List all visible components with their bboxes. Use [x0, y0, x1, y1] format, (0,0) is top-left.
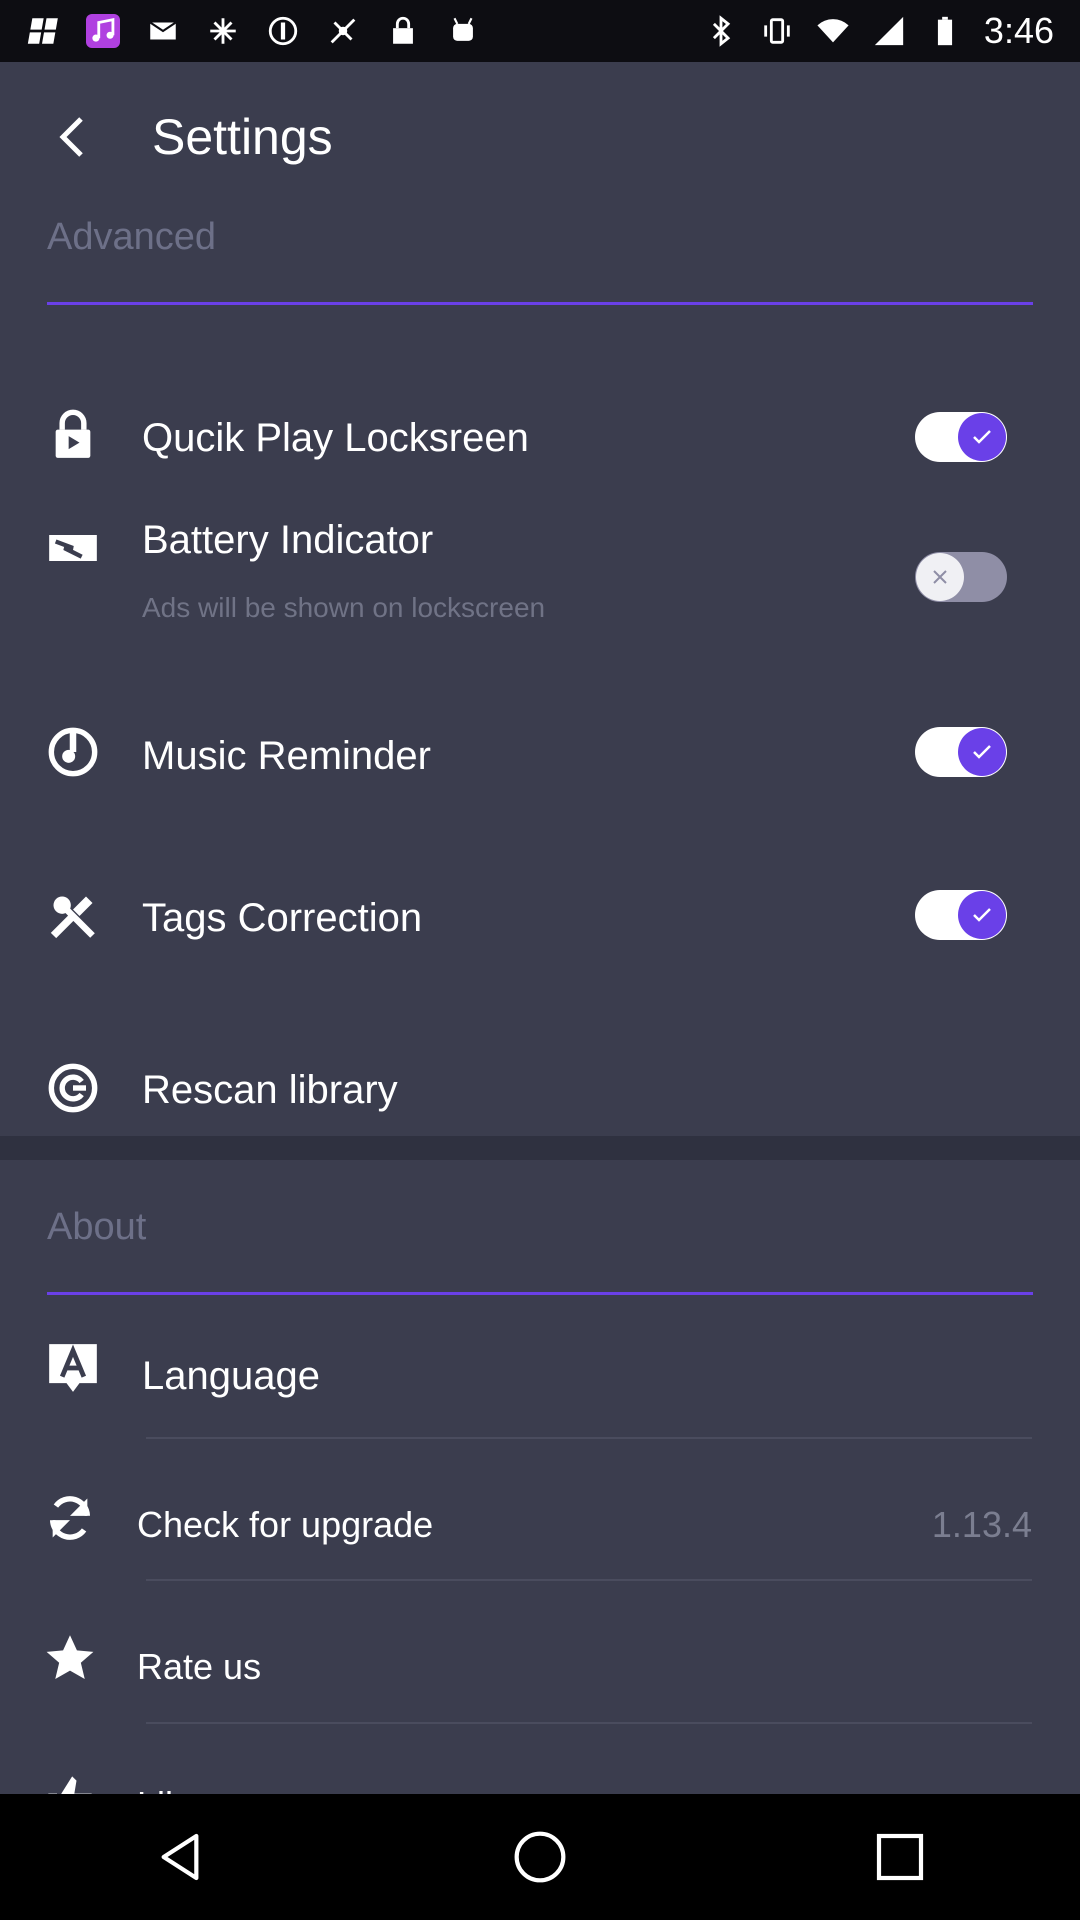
- nav-home-button[interactable]: [500, 1817, 580, 1897]
- setting-label: Language: [142, 1354, 320, 1398]
- rescan-icon: [47, 1062, 99, 1114]
- section-separator: [0, 1136, 1080, 1160]
- toggle-knob: [958, 728, 1006, 776]
- music-reminder-toggle[interactable]: [915, 727, 1007, 777]
- settings-screen: Settings Advanced Qucik Play Locksreen B…: [0, 62, 1080, 1794]
- setting-label: Like us: [137, 1784, 251, 1794]
- refresh-icon: [44, 1492, 96, 1544]
- setting-label: Music Reminder: [142, 734, 431, 778]
- screen: 3:46 Settings Advanced Qucik Play Locksr…: [0, 0, 1080, 1920]
- checkmark-icon: [973, 908, 991, 922]
- section-header-about: About: [47, 1206, 147, 1248]
- setting-label: Check for upgrade: [137, 1504, 434, 1545]
- android-icon: [446, 14, 480, 48]
- back-button[interactable]: [40, 102, 110, 172]
- checkmark-icon: [973, 745, 991, 759]
- section-divider-advanced: [47, 302, 1033, 305]
- blocked-icon: [266, 14, 300, 48]
- row-divider: [146, 1437, 1032, 1439]
- music-reminder-icon: [47, 726, 99, 778]
- setting-row-tags-correction[interactable]: Tags Correction: [0, 862, 1080, 992]
- status-time: 3:46: [983, 10, 1054, 51]
- thumbs-up-icon: [44, 1772, 96, 1794]
- setting-row-battery-indicator[interactable]: Battery Indicator Ads will be shown on l…: [0, 512, 1080, 682]
- back-arrow-icon: [59, 117, 83, 157]
- toggle-knob: [958, 413, 1006, 461]
- notification-icon: [26, 14, 60, 48]
- setting-label: Battery Indicator: [142, 518, 434, 562]
- quick-play-lockscreen-toggle[interactable]: [915, 412, 1007, 462]
- star-icon: [44, 1632, 96, 1684]
- nav-recents-button[interactable]: [860, 1817, 940, 1897]
- wifi-icon: [816, 14, 850, 48]
- triangle-back-icon: [161, 1833, 199, 1881]
- section-divider-about: [47, 1292, 1033, 1295]
- battery-indicator-icon: [47, 522, 99, 574]
- circle-home-icon: [514, 1831, 566, 1883]
- lock-icon: [47, 408, 99, 460]
- setting-label: Qucik Play Locksreen: [142, 416, 529, 460]
- setting-row-rate-us[interactable]: Rate us: [0, 1602, 1080, 1722]
- mail-icon: [146, 14, 180, 48]
- square-recents-icon: [876, 1833, 924, 1881]
- lock-icon: [386, 14, 420, 48]
- setting-row-like-us[interactable]: Like us: [0, 1742, 1080, 1794]
- setting-row-quick-play-lockscreen[interactable]: Qucik Play Locksreen: [0, 382, 1080, 512]
- setting-sublabel: Ads will be shown on lockscreen: [142, 592, 546, 623]
- status-right-icons: 3:46: [704, 10, 1080, 52]
- x-icon: [933, 570, 947, 584]
- battery-icon: [928, 14, 962, 48]
- app-header: Settings: [0, 62, 1080, 212]
- row-divider: [146, 1722, 1032, 1724]
- setting-label: Rescan library: [142, 1068, 398, 1112]
- toggle-knob: [958, 891, 1006, 939]
- battery-indicator-toggle[interactable]: [915, 552, 1007, 602]
- setting-label: Tags Correction: [142, 896, 423, 940]
- setting-row-check-for-upgrade[interactable]: Check for upgrade 1.13.4: [0, 1460, 1080, 1580]
- toggle-knob: [916, 553, 964, 601]
- setting-row-language[interactable]: Language: [0, 1326, 1080, 1440]
- language-icon: [47, 1342, 99, 1394]
- music-app-icon: [86, 14, 120, 48]
- tags-correction-toggle[interactable]: [915, 890, 1007, 940]
- satellite-icon: [206, 14, 240, 48]
- row-divider: [146, 1579, 1032, 1581]
- checkmark-icon: [973, 430, 991, 444]
- vibrate-icon: [760, 14, 794, 48]
- setting-label: Rate us: [137, 1646, 262, 1687]
- signal-icon: [872, 14, 906, 48]
- tools-icon: [47, 890, 99, 942]
- location-off-icon: [326, 14, 360, 48]
- setting-row-music-reminder[interactable]: Music Reminder: [0, 702, 1080, 832]
- nav-back-button[interactable]: [140, 1817, 220, 1897]
- status-left-icons: [0, 14, 480, 48]
- page-title: Settings: [152, 109, 333, 165]
- section-header-advanced: Advanced: [47, 216, 217, 258]
- status-bar: 3:46: [0, 0, 1080, 62]
- navigation-bar: [0, 1794, 1080, 1920]
- bluetooth-icon: [704, 14, 738, 48]
- version-value: 1.13.4: [931, 1504, 1032, 1545]
